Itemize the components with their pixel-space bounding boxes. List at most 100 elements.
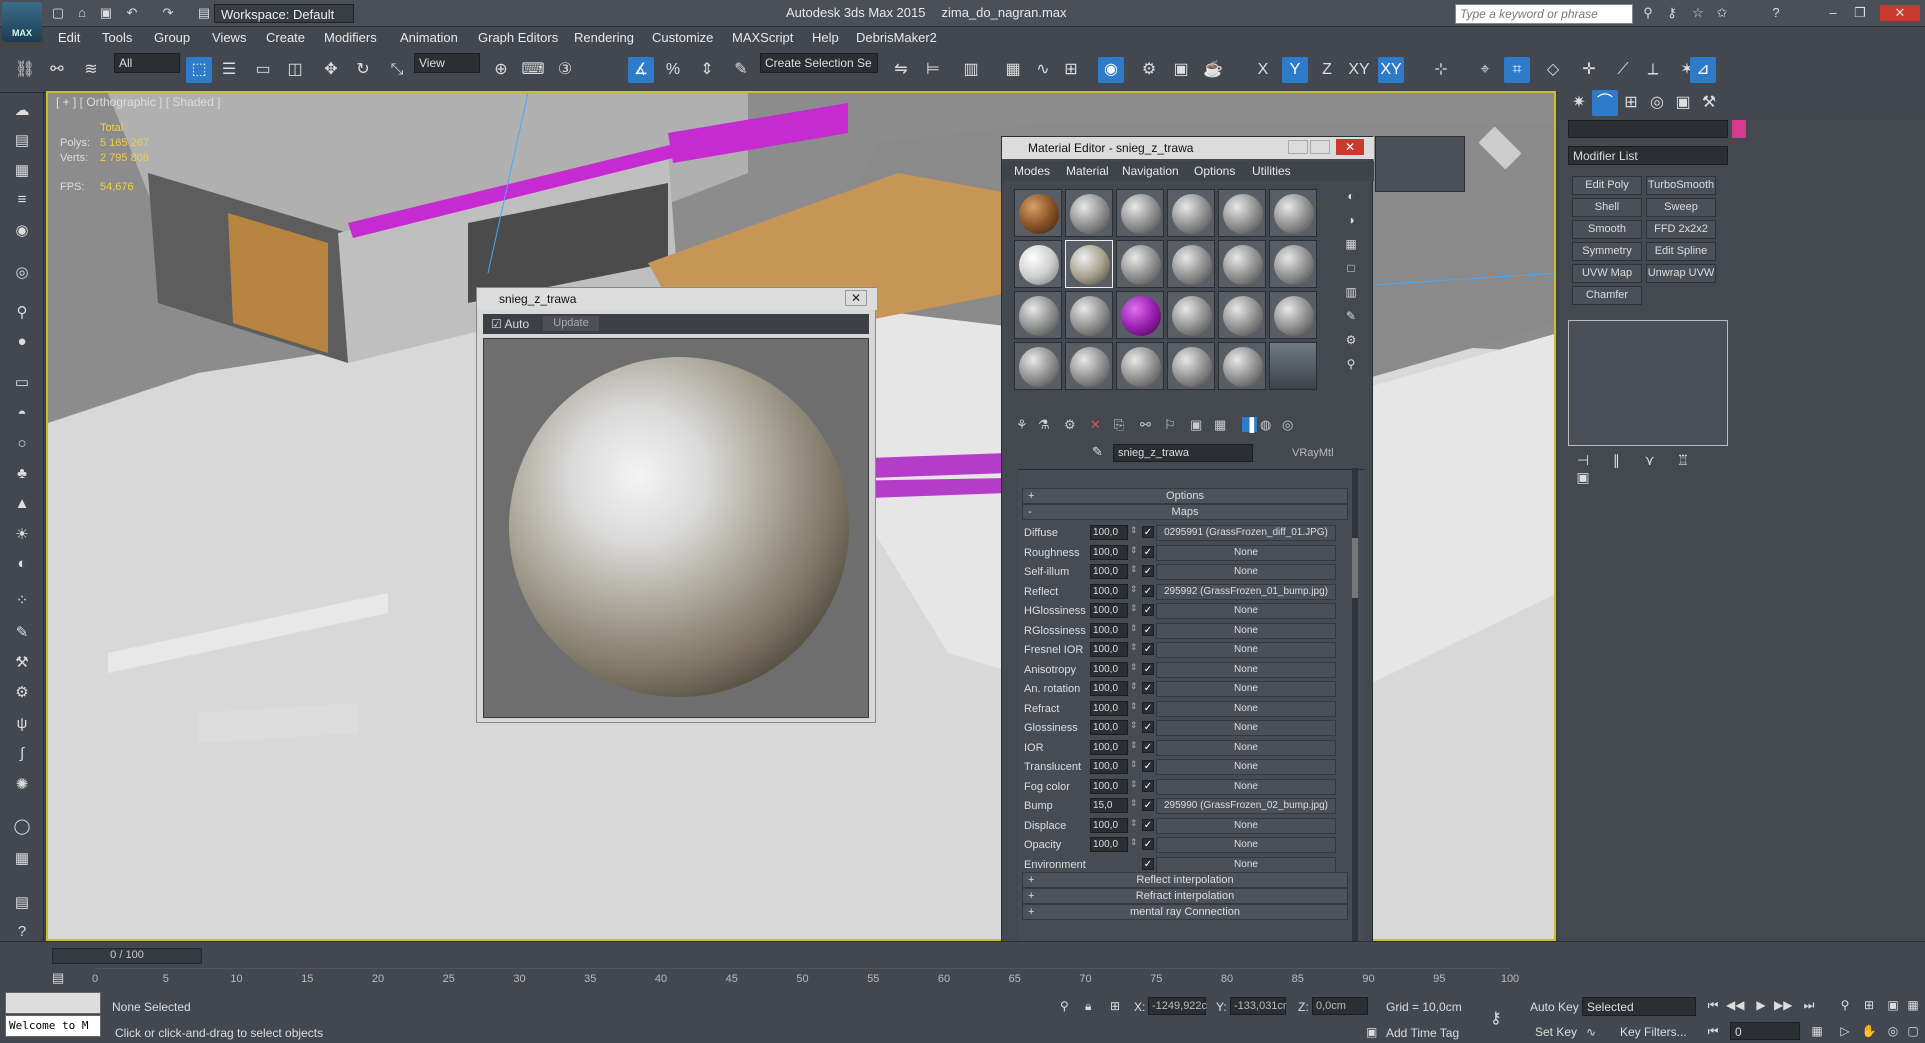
map-amount-spinner[interactable]: ⇕ bbox=[1130, 740, 1138, 751]
material-slot[interactable] bbox=[1065, 342, 1113, 390]
assign-material-icon[interactable]: ⚙ bbox=[1064, 417, 1076, 433]
material-slot[interactable] bbox=[1014, 291, 1062, 339]
cone-icon[interactable]: ▲ bbox=[10, 495, 34, 517]
project-folder-icon[interactable]: ▤ bbox=[196, 5, 212, 21]
menu-help[interactable]: Help bbox=[812, 30, 839, 45]
reference-coord-dropdown[interactable]: View bbox=[414, 53, 480, 73]
auto-key-button[interactable]: Auto Key bbox=[1530, 1000, 1579, 1014]
map-enable-checkbox[interactable]: ✓ bbox=[1142, 584, 1154, 597]
sphere-icon[interactable]: ○ bbox=[10, 435, 34, 457]
key-icon[interactable]: ⚷ bbox=[1490, 1008, 1502, 1028]
map-slot-button[interactable]: None bbox=[1156, 544, 1336, 561]
map-amount-field[interactable]: 100,0 bbox=[1090, 603, 1128, 618]
sky-icon[interactable]: ◐ bbox=[10, 555, 34, 577]
menu-customize[interactable]: Customize bbox=[652, 30, 713, 45]
clipboard-icon[interactable]: ▤ bbox=[10, 893, 34, 915]
search-input[interactable]: Type a keyword or phrase bbox=[1455, 4, 1633, 24]
material-slot-active[interactable] bbox=[1065, 240, 1113, 288]
material-slot[interactable] bbox=[1167, 240, 1215, 288]
grass-icon[interactable]: ψ bbox=[10, 715, 34, 737]
time-slider[interactable]: 0 / 100 bbox=[52, 948, 202, 964]
modifier-smooth-button[interactable]: Smooth bbox=[1572, 220, 1642, 239]
render-sphere-icon[interactable]: ◯ bbox=[10, 817, 34, 839]
map-amount-spinner[interactable]: ⇕ bbox=[1130, 701, 1138, 712]
tree-icon[interactable]: ♣ bbox=[10, 465, 34, 487]
material-preview-window[interactable]: snieg_z_trawa ✕ ☑ Auto Update bbox=[476, 287, 877, 723]
edit-named-selection-icon[interactable]: ✎ bbox=[728, 57, 754, 83]
material-type-button[interactable]: VRayMtl bbox=[1292, 447, 1334, 459]
material-slot[interactable] bbox=[1167, 291, 1215, 339]
preview-title[interactable]: snieg_z_trawa bbox=[477, 288, 877, 310]
sample-type-icon[interactable]: ◐ bbox=[1340, 189, 1362, 213]
render-production-icon[interactable]: ☕ bbox=[1200, 57, 1226, 83]
map-amount-spinner[interactable]: ⇕ bbox=[1130, 779, 1138, 790]
maximize-icon[interactable] bbox=[1310, 140, 1330, 154]
map-amount-spinner[interactable]: ⇕ bbox=[1130, 564, 1138, 575]
map-enable-checkbox[interactable]: ✓ bbox=[1142, 838, 1154, 850]
show-end-result-icon[interactable]: ▐ bbox=[1242, 417, 1258, 432]
material-editor-icon[interactable]: ◉ bbox=[1098, 57, 1124, 83]
next-frame-icon[interactable]: ▶▶ bbox=[1774, 998, 1792, 1016]
map-slot-button[interactable]: None bbox=[1156, 778, 1336, 795]
percent-snap-icon[interactable]: % bbox=[660, 57, 686, 83]
configure-sets-icon[interactable]: ▣ bbox=[1568, 469, 1598, 486]
map-enable-checkbox[interactable]: ✓ bbox=[1142, 760, 1154, 772]
modify-tab-icon[interactable]: ⌒ bbox=[1592, 90, 1618, 116]
backlight-icon[interactable]: ◑ bbox=[1340, 213, 1362, 237]
map-amount-field[interactable]: 100,0 bbox=[1090, 661, 1128, 677]
go-to-parent-icon[interactable]: ◍ bbox=[1260, 417, 1271, 433]
material-slot[interactable] bbox=[1065, 291, 1113, 339]
map-amount-spinner[interactable]: ⇕ bbox=[1130, 720, 1138, 731]
layers-icon[interactable]: ≡ bbox=[10, 191, 34, 213]
map-amount-spinner[interactable]: ⇕ bbox=[1130, 759, 1138, 770]
set-key-button[interactable]: Set Key bbox=[1535, 1025, 1577, 1039]
new-file-icon[interactable]: ▢ bbox=[50, 5, 66, 21]
hierarchy-tab-icon[interactable]: ⊞ bbox=[1618, 90, 1644, 116]
hemisphere-icon[interactable]: ◓ bbox=[10, 405, 34, 427]
put-to-library-icon[interactable]: ⚐ bbox=[1164, 417, 1176, 433]
layer-manager-icon[interactable]: ▥ bbox=[958, 57, 984, 83]
go-to-end-icon[interactable]: ⏭ bbox=[1800, 998, 1818, 1016]
graphite-ribbon-icon[interactable]: ▦ bbox=[1000, 57, 1026, 83]
snap-axis-constraint-button[interactable]: ⊿ bbox=[1690, 57, 1716, 83]
key-mode-dropdown[interactable]: Selected bbox=[1582, 997, 1696, 1016]
map-slot-button[interactable]: None bbox=[1156, 759, 1336, 775]
box-icon[interactable]: ▭ bbox=[10, 373, 34, 395]
modifier-stack[interactable] bbox=[1568, 320, 1728, 446]
map-enable-checkbox[interactable]: ✓ bbox=[1142, 526, 1154, 538]
material-effects-icon[interactable]: ▣ bbox=[1190, 417, 1202, 433]
axis-z-button[interactable]: Z bbox=[1314, 57, 1340, 83]
save-file-icon[interactable]: ▣ bbox=[98, 5, 114, 21]
map-enable-checkbox[interactable]: ✓ bbox=[1142, 604, 1154, 616]
material-slot[interactable] bbox=[1116, 240, 1164, 288]
copy-material-icon[interactable]: ⎘ bbox=[1114, 417, 1124, 433]
make-unique-icon[interactable]: ⚯ bbox=[1140, 417, 1151, 433]
map-slot-button[interactable]: None bbox=[1156, 681, 1336, 697]
floating-toolbar[interactable] bbox=[1375, 136, 1465, 192]
mirror-icon[interactable]: ⇋ bbox=[888, 57, 914, 83]
material-slot[interactable] bbox=[1218, 240, 1266, 288]
material-name-dropdown[interactable]: snieg_z_trawa bbox=[1113, 444, 1253, 462]
create-icon[interactable]: ☁ bbox=[10, 101, 34, 123]
material-editor-window[interactable]: Material Editor - snieg_z_trawa ✕ Modes … bbox=[1001, 136, 1374, 954]
add-time-tag-button[interactable]: Add Time Tag bbox=[1386, 1026, 1459, 1040]
modifier-unwrap-uvw-button[interactable]: Unwrap UVW bbox=[1646, 264, 1716, 283]
map-amount-field[interactable]: 100,0 bbox=[1090, 837, 1128, 852]
go-forward-sibling-icon[interactable]: ◎ bbox=[1282, 417, 1293, 433]
map-enable-checkbox[interactable]: ✓ bbox=[1142, 643, 1154, 655]
modifier-chamfer-button[interactable]: Chamfer bbox=[1572, 286, 1642, 305]
material-slot[interactable] bbox=[1269, 291, 1317, 339]
spinner-snap-icon[interactable]: ⇕ bbox=[694, 57, 720, 83]
map-amount-field[interactable]: 100,0 bbox=[1090, 564, 1128, 579]
scale-icon[interactable]: ⤡ bbox=[384, 57, 410, 83]
calculator-icon[interactable]: ▦ bbox=[10, 849, 34, 871]
y-coord-field[interactable]: -133,031cr bbox=[1230, 997, 1287, 1015]
scene-explorer-icon[interactable]: ▤ bbox=[10, 131, 34, 153]
particle-icon[interactable]: ⁘ bbox=[10, 591, 34, 613]
app-logo[interactable]: MAX bbox=[2, 2, 42, 42]
snap-perpendicular-icon[interactable]: ⟂ bbox=[1640, 57, 1666, 83]
create-tab-icon[interactable]: ✷ bbox=[1566, 90, 1592, 116]
show-end-result-icon[interactable]: ∥ bbox=[1601, 452, 1631, 469]
map-amount-spinner[interactable]: ⇕ bbox=[1130, 662, 1138, 673]
bind-space-warp-icon[interactable]: ≋ bbox=[78, 57, 104, 83]
